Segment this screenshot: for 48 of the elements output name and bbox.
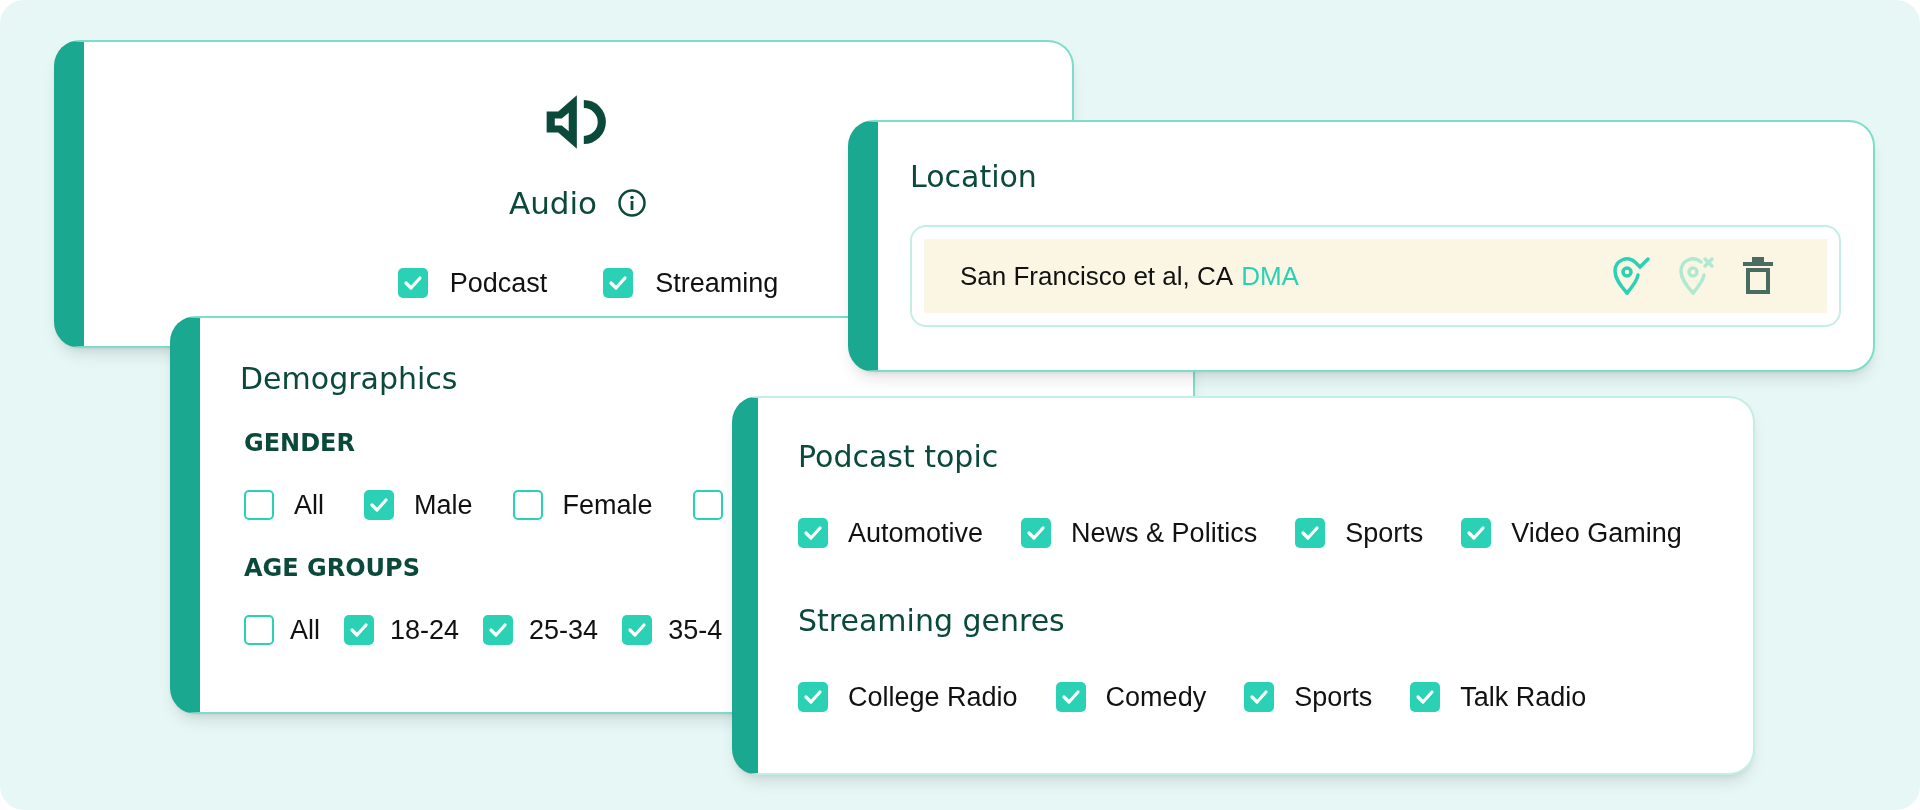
location-field[interactable]: San Francisco et al, CA DMA [910,225,1841,327]
checkbox[interactable] [692,490,723,521]
checkbox[interactable] [1461,518,1492,549]
demographics-title: Demographics [240,360,459,398]
checkbox[interactable] [397,267,428,298]
checkbox[interactable] [512,490,543,521]
checkbox[interactable] [483,614,514,645]
option-label: Talk Radio [1460,680,1587,714]
section-title: Streaming genres [798,601,1065,640]
option-label: News & Politics [1071,517,1258,550]
checkbox[interactable] [1295,518,1326,549]
trash-icon[interactable] [1741,256,1775,296]
location-title: Location [910,158,1038,196]
section-heading: GENDER [244,428,355,459]
option-label: Automotive [848,517,984,550]
option-label: Video Gaming [1511,517,1682,550]
info-icon[interactable] [617,188,648,219]
option-label: Podcast [449,266,548,300]
location-name: San Francisco et al, CA [960,259,1234,293]
section-heading: AGE GROUPS [244,552,420,584]
checkbox[interactable] [364,490,394,521]
option-label: All [294,489,324,522]
option-label: Sports [1345,517,1424,550]
option-label: All [290,613,320,647]
checkbox[interactable] [344,614,374,645]
location-type: DMA [1241,259,1299,293]
option-label: 18-24 [390,613,460,647]
location-entry[interactable]: San Francisco et al, CA DMA [924,239,1827,313]
checkbox[interactable] [244,614,274,645]
option-label: Streaming [655,266,779,300]
checkbox[interactable] [603,267,634,298]
option-label: Male [414,489,473,522]
checkbox[interactable] [1410,681,1441,712]
checkbox[interactable] [1244,681,1275,712]
option-label: Comedy [1105,680,1207,714]
audio-title: Audio [508,184,598,223]
checkbox[interactable] [798,681,828,712]
checkbox[interactable] [244,490,274,521]
option-label: 35-4 [668,613,723,647]
checkbox[interactable] [1055,681,1086,712]
option-label: Sports [1294,680,1373,714]
section-title: Podcast topic [798,438,999,476]
checkbox[interactable] [1021,518,1052,549]
option-label: Female [562,489,653,522]
option-label: 25-34 [529,613,599,647]
checkbox[interactable] [798,518,828,549]
option-label: College Radio [848,680,1018,714]
checkbox[interactable] [622,614,653,645]
